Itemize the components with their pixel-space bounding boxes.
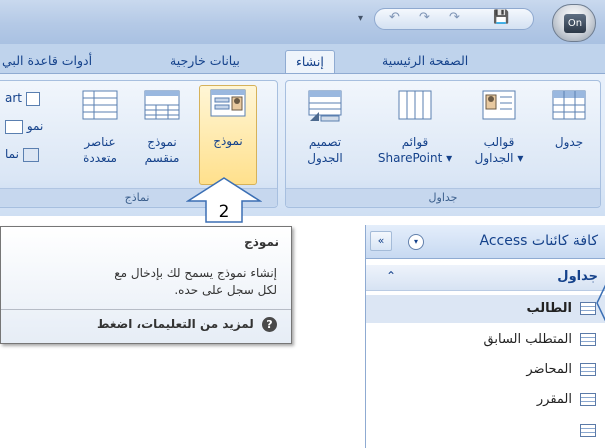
undo-icon[interactable]: ↶ xyxy=(389,10,400,25)
nav-dropdown-icon[interactable]: ▾ xyxy=(408,234,424,250)
nav-item-label: المقرر xyxy=(536,392,572,407)
table-templates-icon xyxy=(482,90,516,120)
split-form-label1: نموذج xyxy=(147,135,177,149)
table-templates-label1: قوالب xyxy=(483,135,515,149)
blank-form-icon xyxy=(5,119,23,134)
redo-more-icon[interactable]: ↷ xyxy=(449,10,460,25)
sharepoint-lists-label1: قوائم xyxy=(401,135,429,149)
office-button[interactable]: On xyxy=(552,4,596,42)
nav-item-label: الطالب xyxy=(526,301,572,316)
ribbon: جدول قوالب الجداول ▾ قوائم SharePoint ▾ xyxy=(0,73,605,223)
table-design-button[interactable]: تصميم الجدول xyxy=(292,87,358,166)
nav-item-prerequisite[interactable]: المتطلب السابق xyxy=(366,326,605,354)
table-icon xyxy=(552,90,586,120)
qat-dropdown-icon[interactable]: ▾ xyxy=(358,13,363,24)
nav-item-label: المحاضر xyxy=(526,362,572,377)
blank-form-item[interactable]: نمو xyxy=(5,119,43,134)
form-tooltip: نموذج إنشاء نموذج يسمح لك بإدخال مع لكل … xyxy=(0,226,292,344)
table-templates-button[interactable]: قوالب الجداول ▾ xyxy=(466,87,532,166)
redo-icon[interactable]: ↷ xyxy=(419,10,430,25)
tab-create[interactable]: إنشاء xyxy=(285,50,335,74)
nav-pane-header[interactable]: كافة كائنات Access ▾ « xyxy=(366,225,605,259)
more-forms-icon xyxy=(22,147,39,162)
qat-pill: ↶ ↷ ↷ 💾 xyxy=(374,8,534,30)
multiple-items-button[interactable]: عناصر متعددة xyxy=(71,87,129,166)
tables-group-label: جداول xyxy=(286,188,600,206)
nav-collapse-icon[interactable]: « xyxy=(370,231,392,251)
save-icon[interactable]: 💾 xyxy=(493,10,509,25)
blank-form-label: نمو xyxy=(26,119,44,133)
split-form-icon xyxy=(144,90,180,120)
tooltip-help-text: لمزيد من التعليمات، اضغط xyxy=(97,317,254,331)
quick-access-toolbar: ▾ ↶ ↷ ↷ 💾 xyxy=(358,8,548,30)
table-icon xyxy=(580,333,596,346)
nav-item-lecturer[interactable]: المحاضر xyxy=(366,356,605,384)
table-icon xyxy=(580,393,596,406)
table-icon xyxy=(580,302,596,315)
step-1-callout-arrow xyxy=(596,284,605,322)
nav-item-course[interactable]: المقرر xyxy=(366,386,605,414)
tooltip-title: نموذج xyxy=(244,235,279,249)
multiple-items-label1: عناصر xyxy=(84,135,116,149)
nav-pane-title: كافة كائنات Access xyxy=(479,233,598,249)
table-icon xyxy=(580,424,596,437)
split-form-label2: منقسم xyxy=(144,151,180,165)
split-form-button[interactable]: نموذج منقسم xyxy=(133,87,191,166)
tab-external-data[interactable]: بيانات خارجية xyxy=(160,50,250,74)
nav-section-tables[interactable]: جداول ⌃ xyxy=(366,265,605,291)
tooltip-body-line1: إنشاء نموذج يسمح لك بإدخال مع xyxy=(114,266,277,280)
tables-group: جدول قوالب الجداول ▾ قوائم SharePoint ▾ xyxy=(285,80,601,208)
table-design-label2: الجدول xyxy=(307,151,343,165)
tooltip-body-line2: لكل سجل على حده. xyxy=(174,283,277,297)
tooltip-body: إنشاء نموذج يسمح لك بإدخال مع لكل سجل عل… xyxy=(114,265,277,299)
title-bar: ▾ ↶ ↷ ↷ 💾 On xyxy=(0,0,605,44)
form-icon xyxy=(210,89,246,117)
multiple-items-label2: متعددة xyxy=(83,151,117,165)
tab-database-tools[interactable]: أدوات قاعدة البي xyxy=(0,50,102,74)
table-design-icon xyxy=(308,90,342,122)
help-icon: ? xyxy=(262,317,277,332)
navigation-pane: كافة كائنات Access ▾ « جداول ⌃ الطالب ال… xyxy=(365,225,605,448)
nav-section-label: جداول xyxy=(557,269,598,284)
nav-item-label: المتطلب السابق xyxy=(483,332,572,347)
table-icon xyxy=(580,363,596,376)
pivot-chart-icon xyxy=(25,91,40,106)
table-button-label: جدول xyxy=(554,135,584,149)
tab-home[interactable]: الصفحة الرئيسية xyxy=(372,50,478,74)
sharepoint-lists-label2: SharePoint ▾ xyxy=(377,151,453,165)
office-logo-icon: On xyxy=(564,14,586,33)
more-forms-item[interactable]: نما xyxy=(5,147,39,162)
pivot-chart-item[interactable]: art xyxy=(5,91,40,106)
multiple-items-icon xyxy=(82,90,118,120)
sharepoint-lists-button[interactable]: قوائم SharePoint ▾ xyxy=(372,87,458,166)
sharepoint-lists-icon xyxy=(398,90,432,120)
nav-item-student[interactable]: الطالب xyxy=(366,295,605,323)
table-templates-label2: الجداول ▾ xyxy=(474,151,524,165)
more-forms-label: نما xyxy=(5,147,19,161)
form-button[interactable]: نموذج xyxy=(199,85,257,185)
collapse-section-icon[interactable]: ⌃ xyxy=(386,269,396,283)
ribbon-tabs: الصفحة الرئيسية إنشاء بيانات خارجية أدوا… xyxy=(0,44,605,74)
step-2-number: 2 xyxy=(219,202,230,222)
form-button-label: نموذج xyxy=(213,134,243,148)
table-button[interactable]: جدول xyxy=(542,87,596,150)
nav-item-partial xyxy=(366,417,605,445)
table-design-label1: تصميم xyxy=(308,135,342,149)
tooltip-help-link: ? لمزيد من التعليمات، اضغط xyxy=(97,317,277,332)
pivot-chart-label: art xyxy=(5,91,22,105)
tooltip-divider xyxy=(1,309,291,310)
step-2-callout-arrow: 2 xyxy=(186,177,262,223)
